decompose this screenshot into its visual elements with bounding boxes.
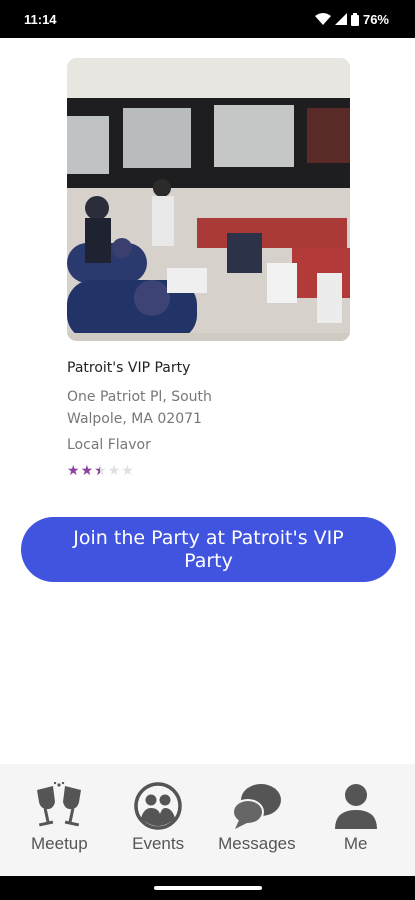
- nav-item-messages[interactable]: Messages: [209, 782, 304, 854]
- nav-item-events[interactable]: Events: [111, 782, 206, 854]
- person-icon: [334, 784, 377, 829]
- nav-label-events: Events: [132, 834, 185, 853]
- nav-label-me: Me: [343, 834, 368, 853]
- nav-item-me[interactable]: Me: [308, 782, 403, 854]
- party-hall-photo: [67, 58, 350, 341]
- rating-stars: ★ ★ ★ ★ ★: [67, 463, 134, 479]
- star-icon: ★: [121, 463, 134, 479]
- venue-address: One Patriot Pl, South Walpole, MA 02071: [67, 389, 212, 427]
- venue-photo: [67, 58, 350, 341]
- chat-bubbles-icon: [231, 784, 281, 829]
- battery-percent: 76%: [362, 11, 389, 27]
- venue-category: Local Flavor: [67, 437, 151, 453]
- nav-label-messages: Messages: [218, 834, 296, 853]
- home-gesture-handle[interactable]: [154, 886, 262, 890]
- bottom-nav: Meetup Events Messages Me: [0, 764, 415, 876]
- status-bar: 11:14 76%: [0, 0, 415, 38]
- star-icon: ★: [107, 463, 121, 479]
- status-time: 11:14: [24, 11, 57, 27]
- nav-label-meetup: Meetup: [31, 834, 88, 853]
- join-party-button[interactable]: Join the Party at Patroit's VIP Party: [21, 517, 396, 582]
- star-icon: ★: [80, 463, 94, 479]
- toast-glasses-icon: [37, 782, 82, 827]
- people-icon: [134, 782, 182, 830]
- battery-icon: [350, 12, 359, 26]
- star-icon: ★: [67, 463, 80, 479]
- nav-item-meetup[interactable]: Meetup: [12, 782, 107, 854]
- status-icons: 76%: [314, 11, 389, 27]
- venue-name: Patroit's VIP Party: [67, 360, 191, 376]
- star-icon: ★: [94, 463, 107, 479]
- signal-icon: [334, 13, 347, 25]
- gesture-bar: [0, 876, 415, 900]
- wifi-icon: [314, 12, 331, 25]
